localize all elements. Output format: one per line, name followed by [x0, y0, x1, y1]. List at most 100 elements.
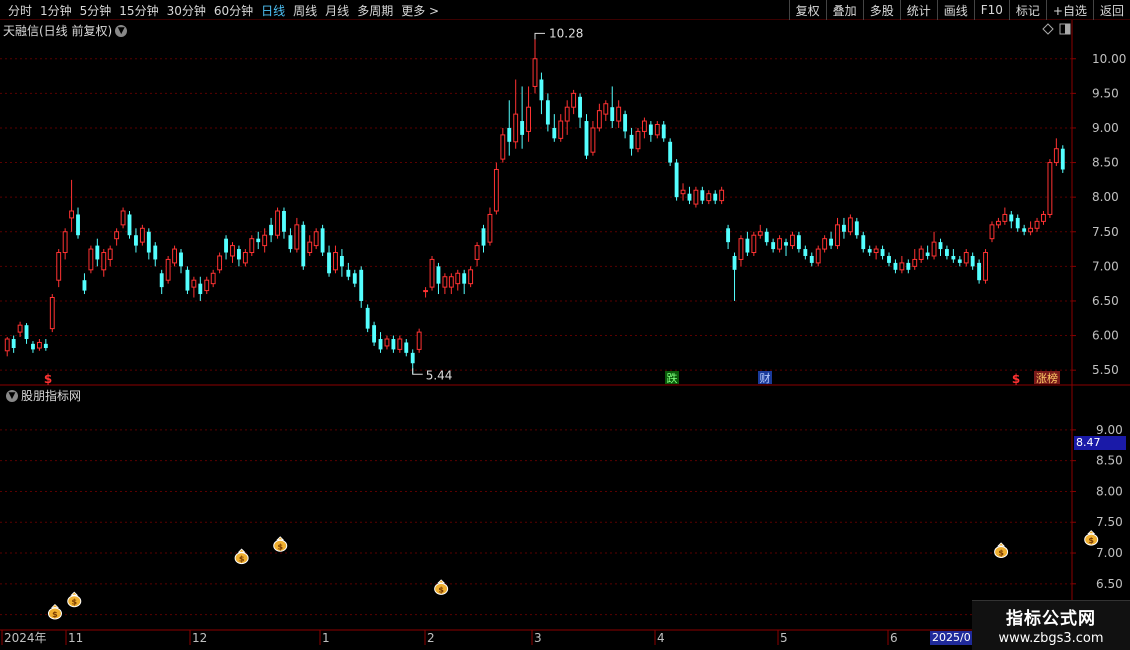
candle-body — [867, 249, 872, 253]
candle-body — [500, 134, 506, 160]
candle-body — [732, 255, 737, 270]
sub-indicator: $$$$$$$$ — [47, 530, 1099, 620]
candle-body — [455, 272, 461, 285]
candle-body — [372, 325, 377, 343]
candle-body — [970, 255, 975, 267]
candle-body — [474, 245, 480, 260]
candle-body — [520, 121, 525, 135]
x-tick-label: 2024年 — [4, 631, 47, 645]
fall-marker: 跌 — [667, 371, 678, 385]
candle-body — [513, 113, 519, 143]
dollar-marker: $ — [44, 372, 52, 386]
candle-body — [957, 259, 962, 263]
moneybag-knot — [50, 603, 59, 608]
diamond-icon — [1042, 23, 1054, 35]
candle-body — [172, 248, 177, 264]
markers: 10.28 5.44 $ 跌 财 $ 涨榜 — [44, 26, 1060, 386]
candle-body — [493, 168, 499, 212]
candle-body — [4, 338, 10, 352]
sub-panel-title[interactable]: ▼ 股朋指标网 — [3, 387, 81, 404]
candle-body — [796, 235, 801, 250]
candle-body — [861, 235, 866, 250]
candle-body — [983, 252, 988, 281]
moneybag-knot — [276, 536, 285, 541]
candle-body — [899, 262, 905, 271]
candle-body — [327, 252, 331, 274]
candle-body — [359, 269, 364, 301]
candle-body — [346, 269, 351, 277]
candle-body — [487, 213, 493, 243]
candle-body — [320, 228, 325, 253]
moneybag-icon: $ — [67, 591, 82, 608]
candle-body — [507, 127, 512, 142]
candle-body — [159, 273, 164, 288]
candle-body — [680, 189, 686, 195]
moneybag-symbol: $ — [1088, 536, 1094, 545]
candle-body — [661, 124, 666, 139]
candle-body — [1041, 213, 1046, 222]
candle-body — [468, 269, 474, 285]
candle-body — [1015, 217, 1020, 229]
moneybag-symbol: $ — [438, 585, 444, 594]
x-tick-label: 4 — [657, 631, 665, 645]
candle-body — [242, 252, 248, 264]
candle-body — [596, 110, 602, 129]
candle-body — [410, 352, 415, 364]
x-tick-label: 6 — [890, 631, 898, 645]
moneybag-symbol: $ — [239, 555, 245, 564]
candle-body — [82, 280, 87, 291]
moneybag-knot — [997, 542, 1006, 547]
candle-body — [69, 210, 75, 219]
candle-body — [165, 258, 171, 281]
grid-lines — [0, 58, 1072, 616]
candle-body — [391, 339, 396, 350]
candle-body — [275, 210, 280, 236]
candle-body — [43, 343, 48, 349]
candle-body — [603, 103, 609, 115]
candle-body — [654, 124, 660, 136]
candle-body — [938, 242, 943, 250]
candle-body — [416, 331, 422, 350]
candle-body — [1034, 220, 1040, 229]
candle-body — [641, 120, 647, 132]
kline-chart[interactable]: $ $ $ $ $ $ $ $ 10.00 9.50 9.00 8.50 8.00 7.50 7.00 6.… — [0, 0, 1130, 650]
candle-body — [751, 234, 757, 254]
candle-body — [62, 231, 68, 254]
candle-body — [578, 96, 582, 118]
candle-body — [995, 220, 1001, 226]
low-pointer — [412, 368, 423, 375]
candle-body — [784, 242, 788, 246]
moneybag-knot — [70, 591, 79, 596]
panel-toggle-fill — [1065, 24, 1070, 34]
candle-body — [31, 343, 35, 350]
main-panel-title[interactable]: 天融信(日线 前复权) ▼ — [3, 22, 130, 39]
candle-body — [230, 245, 235, 257]
moneybag-symbol: $ — [277, 542, 283, 551]
chevron-down-icon[interactable]: ▼ — [115, 24, 128, 37]
candle-body — [249, 238, 255, 254]
candle-body — [352, 273, 357, 284]
y-tick-label: 6.00 — [1092, 329, 1119, 343]
moneybag-knot — [1087, 530, 1096, 535]
candle-body — [307, 241, 313, 254]
candle-body — [139, 227, 145, 243]
candle-body — [963, 252, 969, 264]
chevron-down-icon[interactable]: ▼ — [6, 389, 18, 402]
candle-body — [623, 114, 628, 132]
candle-body — [809, 255, 814, 263]
candle-body — [829, 238, 834, 246]
candle-body — [815, 248, 821, 264]
candle-body — [564, 106, 570, 122]
candle-body — [179, 252, 183, 267]
candle-body — [282, 211, 286, 232]
moneybag-symbol: $ — [71, 598, 77, 607]
main-title-text: 天融信(日线 前复权) — [3, 24, 113, 38]
candle-body — [153, 245, 158, 260]
y-tick-label: 7.50 — [1096, 515, 1123, 529]
candle-body — [552, 127, 557, 139]
candle-body — [146, 231, 151, 253]
watermark-title: 指标公式网 — [1006, 609, 1096, 629]
x-tick-label: 5 — [780, 631, 788, 645]
candle-body — [539, 79, 544, 101]
candle-body — [224, 238, 228, 253]
